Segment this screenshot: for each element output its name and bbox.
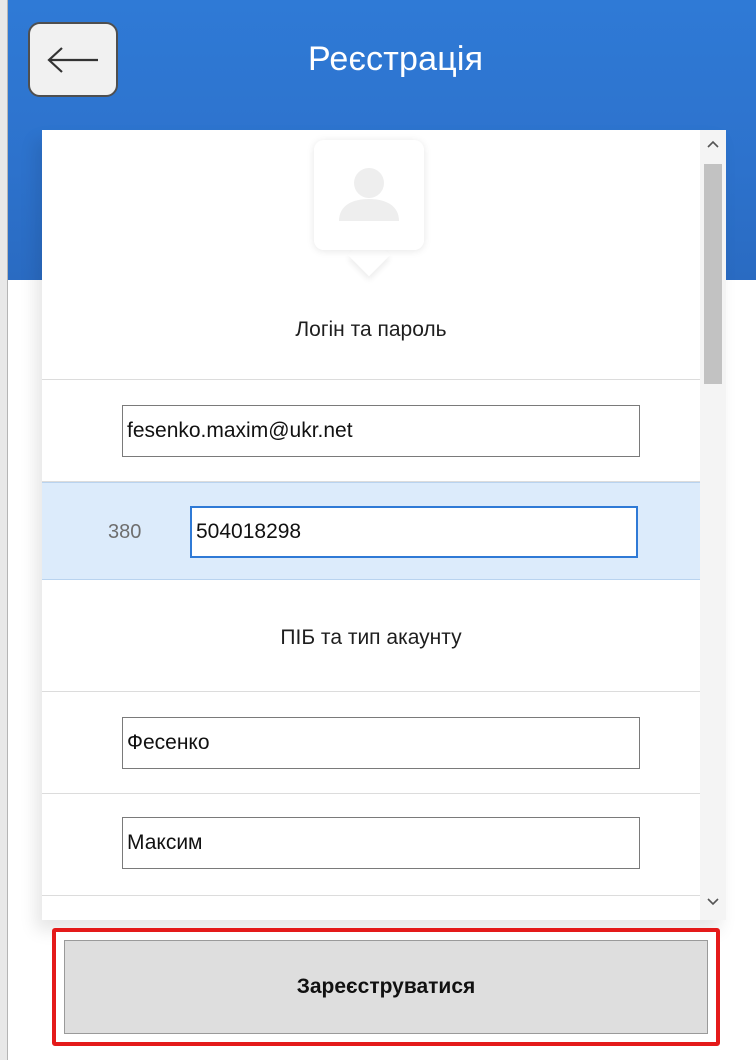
scroll-thumb[interactable] — [704, 164, 722, 384]
phone-field[interactable]: 504018298 — [190, 506, 638, 558]
last-name-field[interactable]: Фесенко — [122, 717, 640, 769]
section-title-login: Логін та пароль — [295, 318, 447, 341]
scroll-down-button[interactable] — [700, 890, 726, 916]
phone-row: 380 504018298 — [42, 482, 700, 580]
phone-prefix: 380 — [108, 521, 142, 543]
email-field[interactable]: fesenko.maxim@ukr.net — [122, 405, 640, 457]
arrow-left-icon — [46, 46, 100, 74]
email-row: fesenko.maxim@ukr.net — [42, 380, 700, 482]
window-border — [0, 0, 8, 1060]
section-title-name: ПІБ та тип акаунту — [280, 626, 462, 649]
first-name-row: Максим — [42, 794, 700, 896]
last-name-row: Фесенко — [42, 692, 700, 794]
registration-card: Логін та пароль fesenko.maxim@ukr.net 38… — [42, 130, 726, 920]
chevron-down-icon — [706, 894, 720, 912]
chevron-up-icon — [706, 136, 720, 154]
register-button-highlight: Зареєструватися — [52, 928, 720, 1046]
back-button[interactable] — [28, 22, 118, 97]
page-title: Реєстрація — [308, 40, 484, 78]
registration-window: Реєстрація Логін та пароль fesenko.maxim… — [0, 0, 756, 1060]
login-section-row: Логін та пароль — [42, 280, 700, 380]
name-section-row: ПІБ та тип акаунту — [42, 580, 700, 692]
scroll-up-button[interactable] — [700, 132, 726, 158]
form-scroll-area[interactable]: Логін та пароль fesenko.maxim@ukr.net 38… — [42, 130, 700, 920]
user-avatar-icon — [329, 153, 409, 238]
first-name-field[interactable]: Максим — [122, 817, 640, 869]
avatar[interactable] — [314, 140, 424, 250]
register-button[interactable]: Зареєструватися — [64, 940, 708, 1034]
vertical-scrollbar[interactable] — [700, 130, 726, 920]
